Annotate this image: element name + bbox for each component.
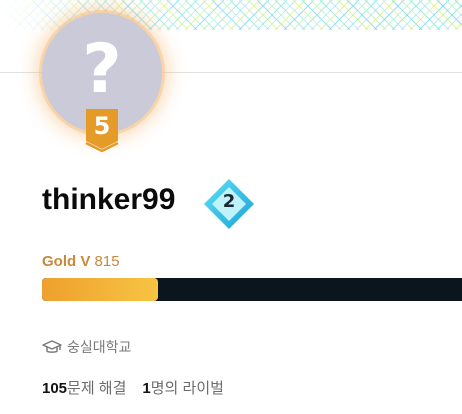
avatar-placeholder-icon: ? <box>82 30 122 109</box>
profile-stats: 105문제 해결 1명의 라이벌 <box>42 377 224 398</box>
rival-count: 1 <box>142 380 151 397</box>
school-name: 숭실대학교 <box>67 339 132 355</box>
rating-progress-fill <box>42 278 159 301</box>
graduation-cap-icon <box>42 340 62 353</box>
tier-name[interactable]: Gold V <box>42 253 90 270</box>
solved-count: 105 <box>42 380 68 397</box>
tier-badge: 5 <box>84 107 120 153</box>
school-row[interactable]: 숭실대학교 <box>42 337 131 357</box>
solved-label: 문제 해결 <box>67 380 127 397</box>
rank-badge-number: 2 <box>222 191 236 212</box>
tier-line: Gold V 815 <box>42 253 120 271</box>
rival-stat[interactable]: 1명의 라이벌 <box>142 377 224 398</box>
rating-value: 815 <box>94 253 120 270</box>
solved-stat[interactable]: 105문제 해결 <box>42 377 126 398</box>
rank-badge[interactable]: 2 <box>202 177 256 231</box>
username: thinker99 <box>42 183 176 216</box>
tier-level: 5 <box>93 112 111 140</box>
profile-avatar-group: ? 5 <box>42 13 162 153</box>
rating-progress-bar <box>42 278 462 301</box>
rival-label: 명의 라이벌 <box>150 380 224 397</box>
